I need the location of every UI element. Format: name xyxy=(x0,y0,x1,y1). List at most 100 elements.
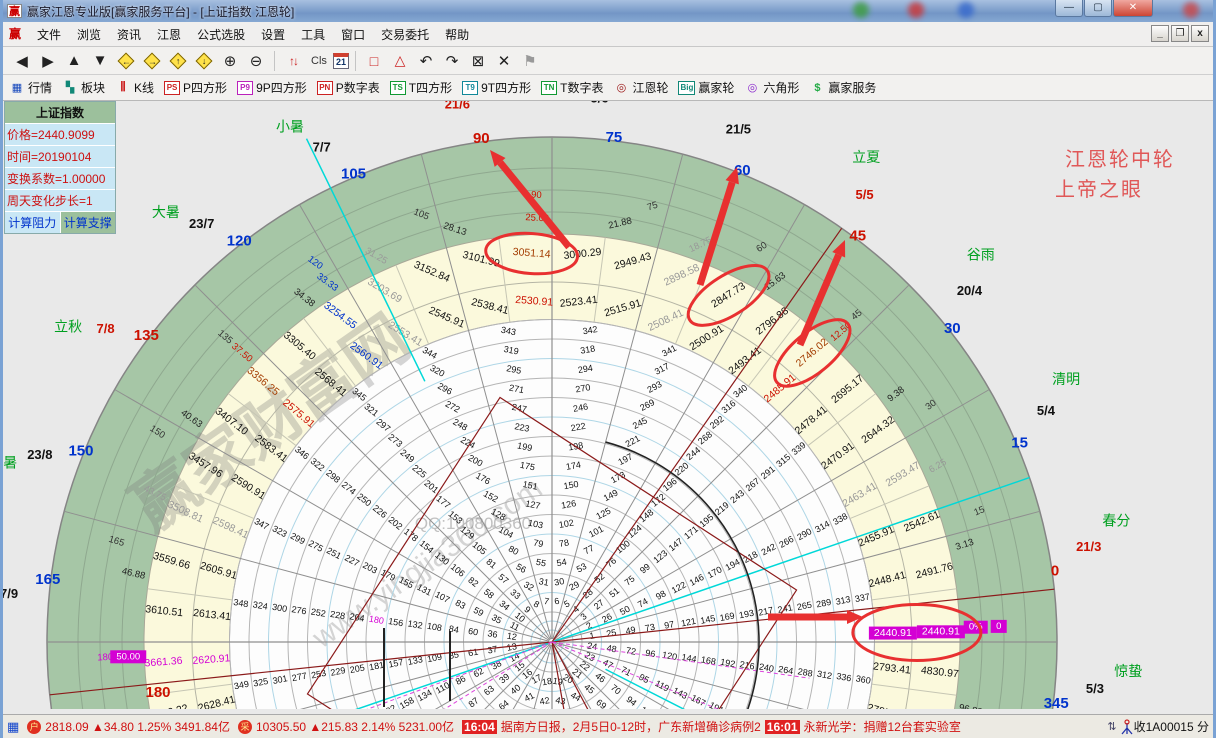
9p-square-icon: P9 xyxy=(237,81,253,95)
gann-wheel-icon: ◎ xyxy=(613,81,629,95)
t-square-icon: TS xyxy=(390,81,406,95)
box-x-tool-button[interactable]: ⊠ xyxy=(466,50,490,72)
svg-text:春分: 春分 xyxy=(1102,513,1130,529)
chart-note-line1: 江恩轮中轮 xyxy=(1065,143,1175,172)
svg-text:165: 165 xyxy=(35,571,60,588)
winner-wheel-icon: Big xyxy=(678,81,695,95)
toolbar-main: ◀▶▲▼←→↑↓⊕⊖↑↓Cls21□△↶↷⊠✕⚑ xyxy=(3,47,1213,75)
menu-item-帮助[interactable]: 帮助 xyxy=(437,23,477,46)
maximize-button[interactable]: ▢ xyxy=(1084,0,1112,17)
antenna-icon xyxy=(1120,719,1134,735)
svg-text:78: 78 xyxy=(558,537,570,549)
back-button[interactable]: ◀ xyxy=(10,50,34,72)
menu-item-资讯[interactable]: 资讯 xyxy=(109,23,149,46)
svg-text:5/3: 5/3 xyxy=(1086,681,1104,696)
svg-text:75: 75 xyxy=(606,129,623,146)
menu-bar: 赢 文件浏览资讯江恩公式选股设置工具窗口交易委托帮助 _❐x xyxy=(3,22,1213,47)
shift-down-button[interactable]: ↓ xyxy=(192,50,216,72)
svg-text:96: 96 xyxy=(645,648,657,660)
tool-bankuai[interactable]: ▚板块 xyxy=(62,79,105,96)
svg-text:大暑: 大暑 xyxy=(152,204,180,220)
tool-t-table[interactable]: TNT数字表 xyxy=(541,79,603,96)
market-grid-icon[interactable]: ▦ xyxy=(7,719,19,735)
tool-p-square[interactable]: PSP四方形 xyxy=(164,79,227,96)
updown-axis-button[interactable]: ↑↓ xyxy=(281,50,305,72)
gann-wheel-chart[interactable]: 上证指数 价格=2440.9099时间=20190104变换系数=1.00000… xyxy=(3,101,1213,714)
svg-text:18: 18 xyxy=(541,676,553,688)
gann-wheel-svg[interactable]: 赢家财富网www.yingjia360.comQQ:10080036012345… xyxy=(3,101,1213,709)
mdi-button-2[interactable]: x xyxy=(1191,25,1209,42)
menu-item-公式选股[interactable]: 公式选股 xyxy=(189,23,253,46)
zoom-in-button[interactable]: ⊕ xyxy=(218,50,242,72)
news-item-0[interactable]: 据南方日报，2月5日0-12时，广东新增确诊病例2 xyxy=(501,718,761,735)
svg-text:42: 42 xyxy=(539,695,551,707)
cls-button[interactable]: Cls xyxy=(307,50,331,72)
menu-item-工具[interactable]: 工具 xyxy=(293,23,333,46)
forward-button[interactable]: ▶ xyxy=(36,50,60,72)
news-item-1[interactable]: 永新光学：捐赠12台套实验室 xyxy=(804,718,961,735)
panel-row-0: 价格=2440.9099 xyxy=(5,124,115,146)
toolbar-separator xyxy=(355,51,356,71)
menu-item-窗口[interactable]: 窗口 xyxy=(333,23,373,46)
tool-t-square[interactable]: TST四方形 xyxy=(390,79,452,96)
svg-text:45: 45 xyxy=(849,227,866,244)
red-square-tool-button[interactable]: □ xyxy=(362,50,386,72)
mdi-button-0[interactable]: _ xyxy=(1151,25,1169,42)
calc-resistance-button[interactable]: 计算阻力 xyxy=(5,212,61,233)
pointer-up-button[interactable]: ▲ xyxy=(62,50,86,72)
shift-up-button[interactable]: ↑ xyxy=(166,50,190,72)
index-quote-1[interactable]: 10305.50 ▲215.83 2.14% 5231.00亿 xyxy=(256,718,454,735)
bankuai-icon: ▚ xyxy=(62,81,78,95)
exchange-icon-0: 户 xyxy=(27,720,41,734)
rotate-cw-button[interactable]: ↷ xyxy=(440,50,464,72)
panel-row-1: 时间=20190104 xyxy=(5,146,115,168)
flag-tool-button[interactable]: ⚑ xyxy=(518,50,542,72)
tool-hangqing[interactable]: ▦行情 xyxy=(9,79,52,96)
svg-text:5/4: 5/4 xyxy=(1037,403,1056,418)
t-table-icon: TN xyxy=(541,81,557,95)
hangqing-label: 行情 xyxy=(28,79,52,96)
tool-winner-service[interactable]: $赢家服务 xyxy=(809,79,876,96)
tool-9t-square[interactable]: T99T四方形 xyxy=(462,79,531,96)
zoom-out-button[interactable]: ⊖ xyxy=(244,50,268,72)
svg-text:21/3: 21/3 xyxy=(1076,539,1101,554)
news-scroll-spinner[interactable]: ⇅ xyxy=(1107,720,1116,733)
tool-9p-square[interactable]: P99P四方形 xyxy=(237,79,307,96)
svg-text:120: 120 xyxy=(227,233,252,250)
svg-text:48: 48 xyxy=(606,643,618,655)
shift-right-button[interactable]: → xyxy=(140,50,164,72)
menu-item-设置[interactable]: 设置 xyxy=(253,23,293,46)
tool-winner-wheel[interactable]: Big赢家轮 xyxy=(678,79,734,96)
exchange-icon-1: 采 xyxy=(238,720,252,734)
tool-hexagon[interactable]: ◎六角形 xyxy=(744,79,799,96)
menu-item-文件[interactable]: 文件 xyxy=(29,23,69,46)
menu-item-交易委托[interactable]: 交易委托 xyxy=(373,23,437,46)
desktop-blob xyxy=(908,2,924,18)
calendar-button[interactable]: 21 xyxy=(333,53,349,69)
red-triangle-tool-button[interactable]: △ xyxy=(388,50,412,72)
p-table-icon: PN xyxy=(317,81,333,95)
toolbar-tools: ▦行情 ▚板块 ⫼K线 PSP四方形 P99P四方形 PNP数字表 TST四方形 T99T四方… xyxy=(3,75,1213,101)
cross-tool-button[interactable]: ✕ xyxy=(492,50,516,72)
9t-square-label: 9T四方形 xyxy=(481,79,531,96)
close-button[interactable]: ✕ xyxy=(1113,0,1153,17)
tool-gann-wheel[interactable]: ◎江恩轮 xyxy=(613,79,668,96)
shift-left-button[interactable]: ← xyxy=(114,50,138,72)
menu-item-江恩[interactable]: 江恩 xyxy=(149,23,189,46)
index-quote-0[interactable]: 2818.09 ▲34.80 1.25% 3491.84亿 xyxy=(45,718,230,735)
winner-wheel-label: 赢家轮 xyxy=(698,79,734,96)
pointer-down-button[interactable]: ▼ xyxy=(88,50,112,72)
menu-logo-icon: 赢 xyxy=(7,26,23,42)
tool-p-table[interactable]: PNP数字表 xyxy=(317,79,380,96)
svg-text:25: 25 xyxy=(605,627,617,639)
calc-support-button[interactable]: 计算支撑 xyxy=(61,212,116,233)
toolbar-separator xyxy=(274,51,275,71)
svg-text:12: 12 xyxy=(506,631,518,643)
tool-kline[interactable]: ⫼K线 xyxy=(115,79,154,96)
minimize-button[interactable]: — xyxy=(1055,0,1083,17)
kline-label: K线 xyxy=(134,79,154,96)
menu-item-浏览[interactable]: 浏览 xyxy=(69,23,109,46)
mdi-button-1[interactable]: ❐ xyxy=(1171,25,1189,42)
t-square-label: T四方形 xyxy=(409,79,452,96)
rotate-ccw-button[interactable]: ↶ xyxy=(414,50,438,72)
